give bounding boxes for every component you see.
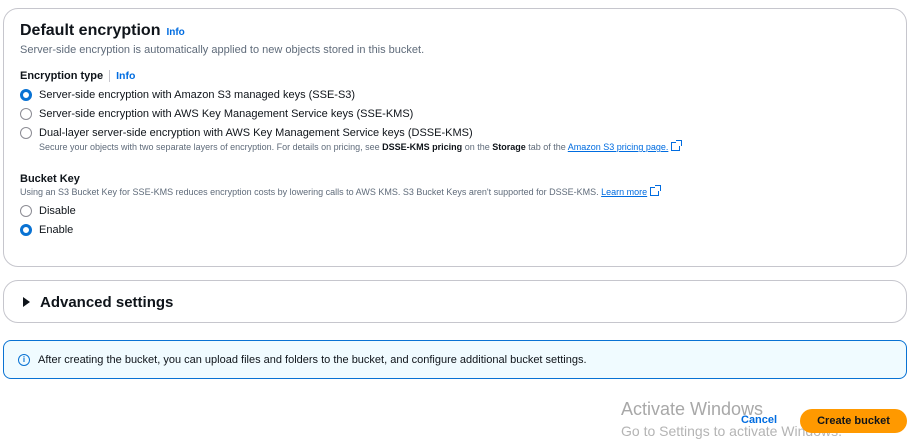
info-alert: i After creating the bucket, you can upl…: [3, 340, 907, 379]
default-encryption-info-link[interactable]: Info: [166, 27, 184, 38]
radio-button-icon[interactable]: [20, 127, 32, 139]
info-alert-text: After creating the bucket, you can uploa…: [38, 353, 587, 366]
bucket-key-description: Using an S3 Bucket Key for SSE-KMS reduc…: [20, 185, 662, 197]
s3-pricing-link[interactable]: Amazon S3 pricing page.: [568, 142, 669, 152]
default-encryption-panel: Default encryption Info Server-side encry…: [3, 8, 907, 267]
radio-sse-kms[interactable]: Server-side encryption with AWS Key Mana…: [20, 108, 413, 120]
radio-button-checked-icon[interactable]: [20, 224, 32, 236]
encryption-type-label: Encryption type Info: [20, 70, 135, 83]
encryption-type-info-link[interactable]: Info: [116, 70, 135, 82]
advanced-settings-expander[interactable]: Advanced settings: [3, 280, 907, 323]
radio-button-icon[interactable]: [20, 108, 32, 120]
bucket-key-desc-text: Using an S3 Bucket Key for SSE-KMS reduc…: [20, 187, 602, 197]
radio-disable-label: Disable: [39, 205, 76, 217]
radio-button-icon[interactable]: [20, 205, 32, 217]
dsse-note-text: tab of the: [525, 142, 568, 152]
default-encryption-description: Server-side encryption is automatically …: [20, 44, 425, 56]
external-link-icon[interactable]: [650, 185, 662, 196]
advanced-settings-title[interactable]: Advanced settings: [40, 294, 173, 311]
create-bucket-button[interactable]: Create bucket: [800, 409, 907, 433]
dsse-pricing-text: DSSE-KMS pricing: [382, 142, 463, 152]
radio-bucket-key-enable[interactable]: Enable: [20, 224, 73, 236]
radio-bucket-key-disable[interactable]: Disable: [20, 205, 76, 217]
storage-tab-text: Storage: [492, 142, 526, 152]
radio-sse-kms-label: Server-side encryption with AWS Key Mana…: [39, 108, 414, 120]
dsse-note-text: on the: [462, 142, 493, 152]
radio-sse-s3-label: Server-side encryption with Amazon S3 ma…: [39, 89, 356, 101]
default-encryption-title: Default encryption: [20, 22, 161, 39]
encryption-type-label-text: Encryption type: [20, 70, 104, 82]
radio-button-checked-icon[interactable]: [20, 89, 32, 101]
dsse-kms-note: Secure your objects with two separate la…: [39, 140, 683, 152]
dsse-note-text: Secure your objects with two separate la…: [39, 142, 383, 152]
radio-sse-s3[interactable]: Server-side encryption with Amazon S3 ma…: [20, 89, 355, 101]
learn-more-link[interactable]: Learn more: [601, 187, 647, 197]
radio-dsse-kms[interactable]: Dual-layer server-side encryption with A…: [20, 127, 473, 139]
external-link-icon[interactable]: [671, 140, 683, 151]
radio-dsse-kms-label: Dual-layer server-side encryption with A…: [39, 127, 473, 139]
info-circle-icon: i: [18, 353, 30, 366]
bucket-key-label: Bucket Key: [20, 173, 80, 185]
radio-enable-label: Enable: [39, 224, 74, 236]
label-separator: [109, 70, 111, 83]
default-encryption-heading: Default encryption Info: [20, 22, 185, 40]
caret-right-icon[interactable]: [23, 297, 30, 307]
cancel-button[interactable]: Cancel: [741, 414, 777, 426]
